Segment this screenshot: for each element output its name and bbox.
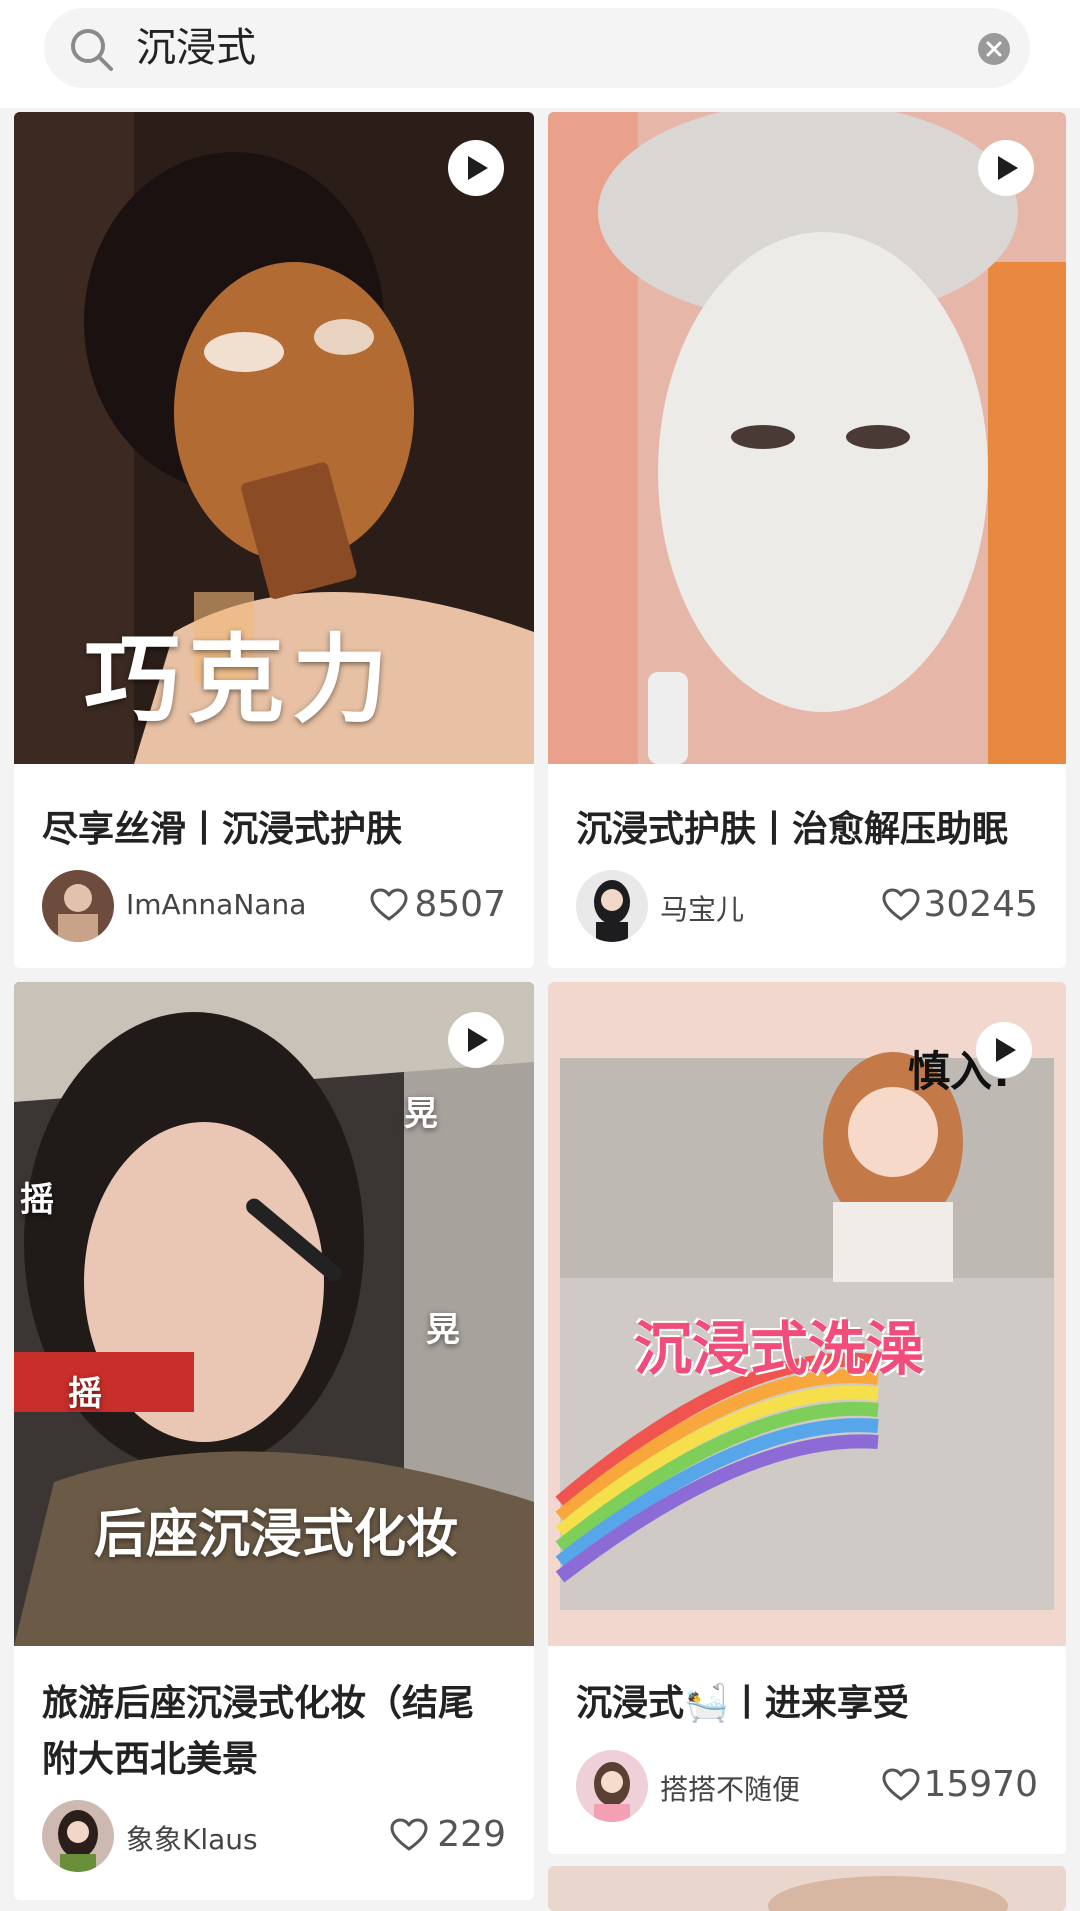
heart-icon[interactable] <box>882 1768 920 1802</box>
play-icon <box>448 1012 504 1068</box>
feed-card[interactable] <box>548 1866 1066 1911</box>
heart-icon[interactable] <box>370 888 408 922</box>
cover-image <box>548 1866 1066 1911</box>
video-thumbnail[interactable]: 摇 晃 晃 摇 后座沉浸式化妆 <box>14 982 534 1646</box>
search-bar[interactable]: 沉浸式 <box>44 8 1030 88</box>
author-name[interactable]: ImAnnaNana <box>126 888 306 921</box>
cover-tag: 摇 <box>68 1374 102 1414</box>
author-name[interactable]: 搭搭不随便 <box>660 1768 800 1808</box>
cover-text: 后座沉浸式化妆 <box>94 1505 459 1565</box>
avatar[interactable] <box>576 1750 648 1822</box>
search-icon[interactable] <box>68 26 116 74</box>
cover-tag: 摇 <box>20 1180 54 1220</box>
card-title[interactable]: 旅游后座沉浸式化妆（结尾附大西北美景 <box>42 1676 506 1788</box>
cover-text: 巧克力 <box>84 624 396 736</box>
avatar[interactable] <box>42 1800 114 1872</box>
like-count: 15970 <box>923 1764 1038 1805</box>
cover-image <box>548 112 1066 764</box>
feed-card[interactable]: 摇 晃 晃 摇 后座沉浸式化妆 旅游后座沉浸式化妆（结尾附大西北美景 象象Kla… <box>14 982 534 1900</box>
play-icon <box>448 140 504 196</box>
like-count: 8507 <box>414 884 506 925</box>
cover-tag: 晃 <box>404 1094 438 1134</box>
author-name[interactable]: 马宝儿 <box>660 888 744 928</box>
author-name[interactable]: 象象Klaus <box>126 1818 258 1858</box>
play-icon <box>978 140 1034 196</box>
heart-icon[interactable] <box>390 1818 428 1852</box>
avatar[interactable] <box>42 870 114 942</box>
search-input[interactable]: 沉浸式 <box>136 8 256 88</box>
avatar[interactable] <box>576 870 648 942</box>
video-thumbnail[interactable]: 巧克力 <box>14 112 534 764</box>
top-bar: 沉浸式 <box>0 0 1080 108</box>
cover-tag: 晃 <box>426 1310 460 1350</box>
clear-search-icon[interactable] <box>978 33 1010 65</box>
video-thumbnail[interactable] <box>548 112 1066 764</box>
card-title[interactable]: 沉浸式护肤丨治愈解压助眠 <box>576 802 1038 858</box>
feed-card[interactable]: 慎入! 沉浸式洗澡 沉浸式🛀丨进来享受 搭搭不随便 15970 <box>548 982 1066 1854</box>
feed-card[interactable]: 巧克力 尽享丝滑丨沉浸式护肤 ImAnnaNana 8507 <box>14 112 534 968</box>
video-thumbnail[interactable]: 慎入! 沉浸式洗澡 <box>548 982 1066 1646</box>
feed-card[interactable]: 沉浸式护肤丨治愈解压助眠 马宝儿 30245 <box>548 112 1066 968</box>
card-title[interactable]: 沉浸式🛀丨进来享受 <box>576 1676 1038 1732</box>
like-count: 229 <box>437 1814 506 1855</box>
card-title[interactable]: 尽享丝滑丨沉浸式护肤 <box>42 802 506 858</box>
heart-icon[interactable] <box>882 888 920 922</box>
like-count: 30245 <box>923 884 1038 925</box>
play-icon <box>976 1022 1032 1078</box>
cover-text: 沉浸式洗澡 <box>634 1315 925 1383</box>
